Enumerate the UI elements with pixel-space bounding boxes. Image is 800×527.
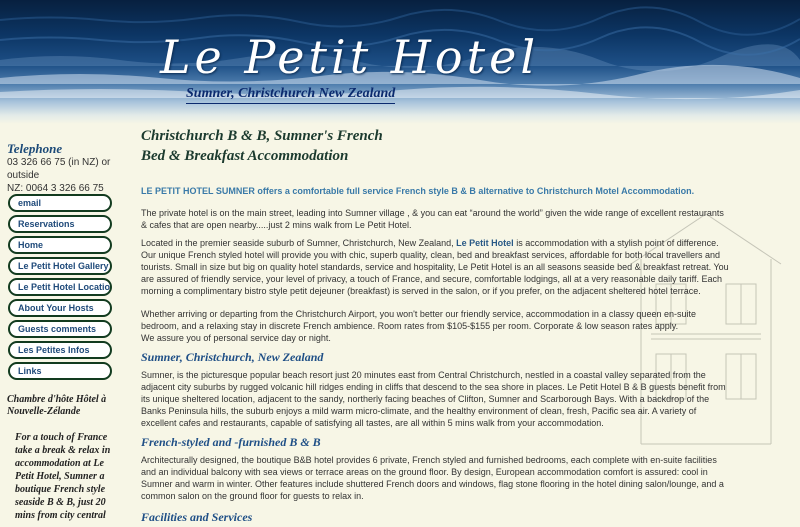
nav-guests-comments[interactable]: Guests comments — [8, 320, 112, 338]
hotel-name-highlight: Le Petit Hotel — [456, 238, 514, 248]
logo-title: Le Petit Hotel — [160, 30, 540, 84]
header-banner: Le Petit Hotel Sumner, Christchurch New … — [0, 0, 800, 124]
telephone-label: Telephone — [7, 141, 63, 156]
paragraph-airport-assurance: We assure you of personal service day or… — [141, 333, 331, 343]
intro-text: LE PETIT HOTEL SUMNER offers a comfortab… — [141, 186, 695, 196]
nav-petites-infos[interactable]: Les Petites Infos — [8, 341, 112, 359]
telephone-line-nz: 03 326 66 75 (in NZ) or outside — [7, 157, 111, 181]
nav-gallery[interactable]: Le Petit Hotel Gallery — [8, 257, 112, 275]
paragraph-about-start: Located in the premier seaside suburb of… — [141, 238, 457, 248]
paragraph-sumner: Sumner, is the picturesque popular beach… — [141, 370, 726, 428]
paragraph-airport: Whether arriving or departing from the C… — [141, 308, 731, 344]
chambre-tagline: Chambre d'hôte Hôtel à Nouvelle-Zélande — [7, 394, 107, 417]
nav-email[interactable]: email — [8, 194, 112, 212]
paragraph-airport-text: Whether arriving or departing from the C… — [141, 309, 696, 331]
heading-facilities: Facilities and Services — [141, 510, 253, 524]
paragraph-location: The private hotel is on the main street,… — [141, 208, 724, 230]
page-title-line1: Christchurch B & B, Sumner's French — [141, 128, 383, 144]
nav-links[interactable]: Links — [8, 362, 112, 380]
paragraph-about: Located in the premier seaside suburb of… — [141, 237, 731, 297]
logo-subtitle: Sumner, Christchurch New Zealand — [186, 86, 396, 104]
heading-french-styled: French-styled and -furnished B & B — [141, 435, 321, 449]
nav-reservations[interactable]: Reservations — [8, 215, 112, 233]
sidebar-nav: email Reservations Home Le Petit Hotel G… — [8, 194, 112, 383]
main-content: Christchurch B & B, Sumner's French Bed … — [141, 124, 786, 527]
touch-of-france-blurb: For a touch of France take a break & rel… — [15, 432, 111, 521]
page-title: Christchurch B & B, Sumner's French Bed … — [141, 126, 383, 166]
paragraph-french-styled: Architecturally designed, the boutique B… — [141, 455, 724, 501]
sidebar: Telephone 03 326 66 75 (in NZ) or outsid… — [0, 124, 128, 527]
nav-home[interactable]: Home — [8, 236, 112, 254]
nav-location[interactable]: Le Petit Hotel Location — [8, 278, 112, 296]
telephone-numbers: 03 326 66 75 (in NZ) or outside NZ: 0064… — [7, 156, 135, 195]
heading-sumner: Sumner, Christchurch, New Zealand — [141, 350, 324, 364]
nav-about-hosts[interactable]: About Your Hosts — [8, 299, 112, 317]
page-title-line2: Bed & Breakfast Accommodation — [141, 148, 349, 164]
